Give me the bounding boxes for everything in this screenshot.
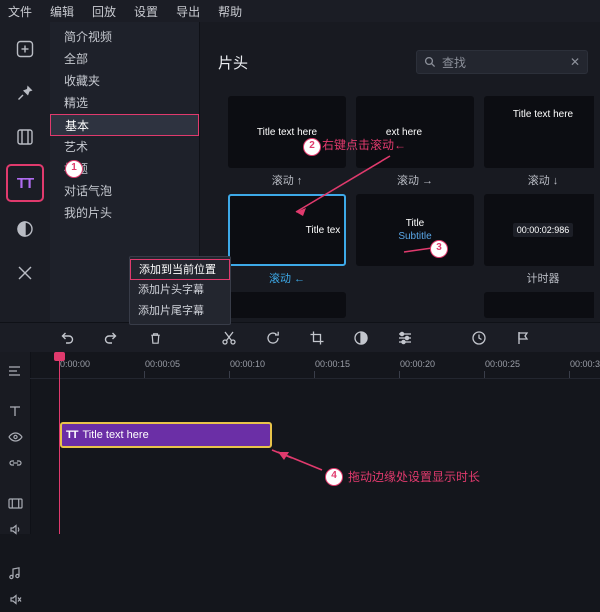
video-track-icon[interactable]	[0, 490, 30, 516]
menu-item-settings[interactable]: 设置	[134, 3, 158, 20]
ruler-tick-5: 00:00:25	[485, 359, 521, 369]
category-item-7[interactable]: 对话气泡	[50, 180, 199, 202]
preset-panel: 片头 查找 ✕ Title text here 滚动 ↑ ext here 滚动…	[200, 22, 600, 322]
library-area: TT 简介视频 全部 收藏夹 精选 基本 艺术 标题 对话气泡 我的片头 片头	[0, 22, 600, 325]
split-screen-icon[interactable]	[8, 120, 42, 154]
context-menu-item-add-here[interactable]: 添加到当前位置	[130, 259, 230, 280]
flag-icon[interactable]	[508, 323, 538, 353]
ruler-tick-1: 00:00:05	[145, 359, 181, 369]
speed-icon[interactable]	[464, 323, 494, 353]
crop-icon[interactable]	[302, 323, 332, 353]
search-input[interactable]: 查找	[442, 54, 570, 71]
menu-item-file[interactable]: 文件	[8, 3, 32, 20]
preset-thumb-0[interactable]: Title text here	[228, 96, 346, 168]
menu-item-export[interactable]: 导出	[176, 3, 200, 20]
track-options-icon[interactable]	[0, 358, 30, 384]
annotation-badge-1: 1	[65, 160, 83, 178]
annotation-badge-2: 2	[303, 138, 321, 156]
search-icon	[424, 56, 436, 68]
preset-thumb-1[interactable]: ext here	[356, 96, 474, 168]
color-icon[interactable]	[346, 323, 376, 353]
menu-item-edit[interactable]: 编辑	[50, 3, 74, 20]
pin-icon[interactable]	[8, 76, 42, 110]
preset-caption-2: 滚动 ↓	[527, 175, 559, 187]
annotation-text-4: 拖动边缘处设置显示时长	[348, 470, 481, 484]
category-item-basic[interactable]: 基本	[50, 114, 199, 136]
tool-rail: TT	[0, 22, 51, 322]
annotation-badge-4: 4	[325, 468, 343, 486]
category-item-8[interactable]: 我的片头	[50, 202, 199, 224]
timeline-clip-title[interactable]: TT Title text here	[60, 422, 272, 448]
playhead[interactable]	[54, 352, 65, 534]
rotate-icon[interactable]	[258, 323, 288, 353]
music-track-icon[interactable]	[0, 560, 30, 586]
undo-icon[interactable]	[52, 323, 82, 353]
context-menu-item-add-opening[interactable]: 添加片头字幕	[130, 280, 230, 301]
media-library-icon[interactable]	[8, 32, 42, 66]
timeline-ruler[interactable]: 0:00:00 00:00:05 00:00:10 00:00:15 00:00…	[30, 352, 600, 379]
menu-item-playback[interactable]: 回放	[92, 3, 116, 20]
ruler-tick-0: 0:00:00	[60, 359, 91, 369]
preset-thumb-3-text: Title tex	[305, 224, 341, 236]
preset-caption-1: 滚动 →	[396, 175, 434, 187]
preset-thumb-2-text: Title text here	[512, 108, 574, 120]
search-box[interactable]: 查找 ✕	[416, 50, 588, 74]
preset-thumb-4-text: Title	[405, 218, 425, 229]
link-icon[interactable]	[0, 450, 30, 476]
preset-thumb-5-text: 00:00:02:986	[512, 223, 574, 237]
clip-text-icon: TT	[66, 429, 78, 441]
preset-thumb-8[interactable]	[484, 292, 594, 318]
preset-thumb-4[interactable]: Title Subtitle	[356, 194, 474, 266]
menu-item-help[interactable]: 帮助	[218, 3, 242, 20]
clip-label: Title text here	[82, 429, 149, 441]
category-item-0[interactable]: 简介视频	[50, 26, 199, 48]
preset-thumb-4-subtext: Subtitle	[398, 231, 432, 242]
page-title: 片头	[218, 55, 249, 72]
close-icon[interactable]: ✕	[570, 55, 580, 69]
annotation-text-2: 右键点击滚动←	[322, 138, 407, 152]
text-icon[interactable]: TT	[6, 164, 44, 202]
preset-thumb-5[interactable]: 00:00:02:986	[484, 194, 594, 266]
ruler-tick-3: 00:00:15	[315, 359, 351, 369]
preset-thumb-3-selected[interactable]: Title tex	[228, 194, 346, 266]
scissors-icon[interactable]	[214, 323, 244, 353]
ruler-tick-2: 00:00:10	[230, 359, 266, 369]
context-menu: 添加到当前位置 添加片头字幕 添加片尾字幕	[129, 256, 231, 325]
redo-icon[interactable]	[96, 323, 126, 353]
category-item-3[interactable]: 精选	[50, 92, 199, 114]
sliders-icon[interactable]	[390, 323, 420, 353]
text-track-icon[interactable]	[0, 398, 30, 424]
category-item-2[interactable]: 收藏夹	[50, 70, 199, 92]
category-item-1[interactable]: 全部	[50, 48, 199, 70]
preset-caption-0: 滚动 ↑	[271, 175, 303, 187]
editor-toolbar	[0, 322, 600, 354]
speaker-icon[interactable]	[0, 516, 30, 542]
preset-thumb-0-text: Title text here	[256, 126, 318, 138]
context-menu-item-add-ending[interactable]: 添加片尾字幕	[130, 301, 230, 322]
mute-icon[interactable]	[0, 586, 30, 612]
category-item-5[interactable]: 艺术	[50, 136, 199, 158]
preset-thumb-2[interactable]: Title text here	[484, 96, 594, 168]
playhead-knob[interactable]	[54, 352, 65, 361]
text-icon-label: TT	[16, 174, 34, 192]
transition-icon[interactable]	[8, 212, 42, 246]
annotation-badge-3: 3	[430, 240, 448, 258]
trash-icon[interactable]	[140, 323, 170, 353]
preset-caption-3: 滚动 ←	[268, 273, 306, 285]
menu-bar: 文件 编辑 回放 设置 导出 帮助	[0, 0, 600, 23]
timeline-rail	[0, 352, 31, 605]
ruler-tick-6: 00:00:3	[570, 359, 600, 369]
preset-caption-5: 计时器	[526, 273, 560, 285]
preset-grid: Title text here 滚动 ↑ ext here 滚动 → Title…	[214, 88, 594, 318]
preset-thumb-6[interactable]	[228, 292, 346, 318]
eye-icon[interactable]	[0, 424, 30, 450]
effects-icon[interactable]	[8, 256, 42, 290]
ruler-tick-4: 00:00:20	[400, 359, 436, 369]
